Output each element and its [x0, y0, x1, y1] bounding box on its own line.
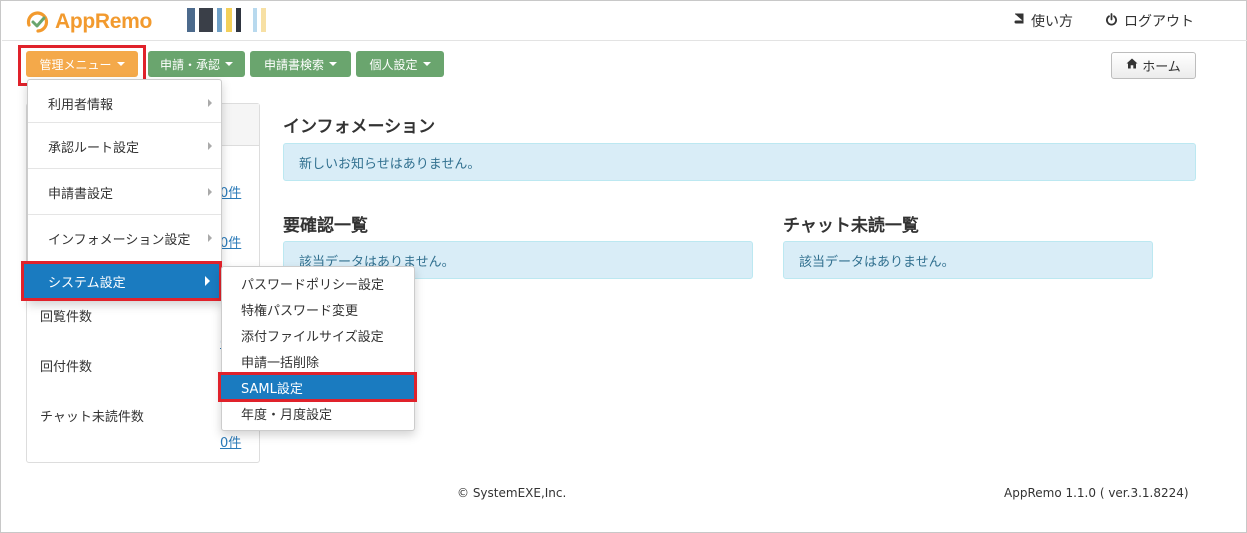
count-link[interactable]: 0件 — [220, 232, 241, 251]
app-name: AppRemo — [55, 10, 153, 33]
logout-link[interactable]: ログアウト — [1105, 11, 1194, 31]
menu-item-information-settings[interactable]: インフォメーション設定 — [28, 215, 221, 261]
logo-block — [236, 8, 241, 32]
admin-menu-label: 管理メニュー — [39, 57, 112, 72]
logo-blocks — [187, 8, 266, 32]
menu-item-label: 承認ルート設定 — [48, 140, 140, 156]
routing-label: 回付件数 — [40, 360, 93, 375]
chat-unread-label: チャット未読件数 — [40, 410, 144, 425]
submenu-item-privileged-password[interactable]: 特権パスワード変更 — [222, 296, 414, 322]
app-window: AppRemo 使い方 ログアウト 管理メニュー 申請・承認 申請書検索 個人設… — [0, 0, 1247, 533]
search-button[interactable]: 申請書検索 — [250, 51, 351, 77]
submenu-item-attachment-size[interactable]: 添付ファイルサイズ設定 — [222, 322, 414, 348]
logo-block — [187, 8, 195, 32]
app-logo[interactable]: AppRemo — [25, 7, 152, 37]
submenu-item-password-policy[interactable]: パスワードポリシー設定 — [222, 270, 414, 296]
submenu-item-label: パスワードポリシー設定 — [241, 277, 385, 293]
home-icon — [1126, 58, 1138, 73]
caret-down-icon — [116, 62, 125, 66]
logo-block — [261, 8, 266, 32]
caret-down-icon — [422, 62, 431, 66]
logout-label: ログアウト — [1124, 14, 1194, 30]
information-message: 新しいお知らせはありません。 — [299, 156, 481, 172]
chat-list-title: チャット未読一覧 — [783, 216, 919, 236]
information-alert: 新しいお知らせはありません。 — [283, 143, 1196, 181]
apply-approve-label: 申請・承認 — [159, 57, 220, 72]
personal-settings-label: 個人設定 — [369, 57, 418, 72]
footer-version: AppRemo 1.1.0 ( ver.3.1.8224) — [1004, 486, 1189, 500]
logo-block — [217, 8, 222, 32]
search-label: 申請書検索 — [263, 57, 324, 72]
help-link[interactable]: 使い方 — [1013, 11, 1073, 31]
submenu-item-fiscal-settings[interactable]: 年度・月度設定 — [222, 400, 414, 426]
submenu-item-label: 特権パスワード変更 — [241, 303, 359, 319]
menu-item-label: システム設定 — [48, 275, 126, 291]
logo-block — [226, 8, 232, 32]
home-button[interactable]: ホーム — [1111, 52, 1196, 79]
header-divider — [2, 40, 1247, 41]
submenu-item-label: 申請一括削除 — [241, 355, 320, 371]
chevron-right-icon — [208, 142, 212, 150]
help-label: 使い方 — [1031, 14, 1073, 30]
menu-item-system-settings[interactable]: システム設定 — [21, 261, 222, 301]
book-icon — [1013, 13, 1025, 29]
chat-unread-count-link[interactable]: 0件 — [220, 432, 241, 451]
logo-block — [199, 8, 213, 32]
menu-item-label: 利用者情報 — [48, 97, 114, 113]
footer-copyright: © SystemEXE,Inc. — [457, 486, 567, 500]
chevron-right-icon — [208, 188, 212, 196]
submenu-item-bulk-delete[interactable]: 申請一括削除 — [222, 348, 414, 374]
menu-item-approval-route[interactable]: 承認ルート設定 — [28, 123, 221, 169]
system-settings-submenu: パスワードポリシー設定 特権パスワード変更 添付ファイルサイズ設定 申請一括削除… — [221, 266, 415, 431]
chat-list-alert: 該当データはありません。 — [783, 241, 1153, 279]
information-title: インフォメーション — [283, 117, 436, 137]
chevron-right-icon — [208, 234, 212, 242]
menu-item-user-info[interactable]: 利用者情報 — [28, 80, 221, 126]
caret-down-icon — [225, 62, 233, 66]
menu-item-form-settings[interactable]: 申請書設定 — [28, 169, 221, 215]
logo-block — [253, 8, 257, 32]
admin-menu-button[interactable]: 管理メニュー — [26, 51, 138, 77]
logo-icon — [25, 9, 51, 35]
menu-item-label: インフォメーション設定 — [48, 232, 191, 248]
chevron-right-icon — [208, 99, 212, 107]
circulation-label: 回覧件数 — [40, 310, 93, 325]
caret-down-icon — [329, 62, 337, 66]
menu-item-label: 申請書設定 — [48, 186, 114, 202]
submenu-item-label: 添付ファイルサイズ設定 — [241, 329, 384, 345]
submenu-item-saml-settings[interactable]: SAML設定 — [218, 372, 417, 402]
chat-list-message: 該当データはありません。 — [799, 254, 955, 270]
confirm-list-title: 要確認一覧 — [283, 216, 368, 236]
count-link[interactable]: 0件 — [220, 182, 241, 201]
apply-approve-button[interactable]: 申請・承認 — [148, 51, 245, 77]
chevron-right-icon — [205, 276, 210, 286]
power-icon — [1105, 12, 1118, 30]
submenu-item-label: 年度・月度設定 — [241, 407, 333, 423]
home-label: ホーム — [1142, 60, 1181, 75]
submenu-item-label: SAML設定 — [241, 381, 303, 397]
personal-settings-button[interactable]: 個人設定 — [356, 51, 444, 77]
